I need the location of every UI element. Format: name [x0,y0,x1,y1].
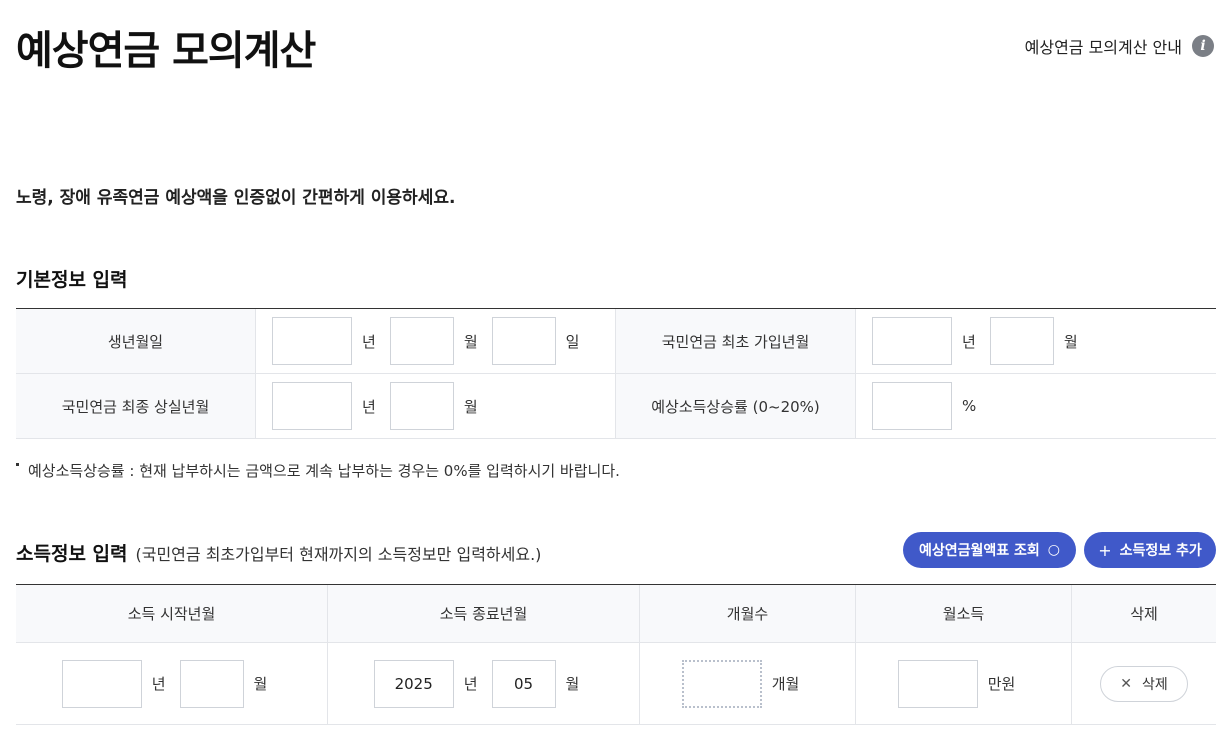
monthly-income-input[interactable] [897,659,978,708]
income-title: 소득정보 입력 [16,543,128,565]
end-year-input[interactable] [373,659,454,708]
unit-day: 일 [565,332,580,351]
growth-rate-label: 예상소득상승률 (0~20%) [616,374,856,438]
close-icon: ✕ [1120,675,1132,692]
col-start: 소득 시작년월 [16,585,328,642]
col-monthly-income: 월소득 [856,585,1072,642]
guide-link[interactable]: 예상연금 모의계산 안내 i [1025,34,1214,58]
months-cell: 개월 [640,643,856,724]
growth-rate-inputs: % [856,374,1216,438]
start-year-input[interactable] [61,659,142,708]
birth-inputs: 년 월 일 [256,309,616,373]
intro-text: 노령, 장애 유족연금 예상액을 인증없이 간편하게 이용하세요. [16,188,456,208]
unit-year: 년 [151,675,166,693]
note-text: 예상소득상승률 : 현재 납부하시는 금액으로 계속 납부하는 경우는 0%를 … [28,462,620,480]
unit-year: 년 [362,397,376,416]
basic-row-2: 국민연금 최종 상실년월 년 월 예상소득상승률 (0~20%) % [16,374,1216,439]
add-income-button[interactable]: + 소득정보 추가 [1084,532,1216,568]
plus-icon: + [1098,540,1112,560]
first-join-label: 국민연금 최초 가입년월 [616,309,856,373]
growth-rate-input[interactable] [872,382,952,430]
delete-cell: ✕ 삭제 [1072,643,1216,724]
delete-label: 삭제 [1141,676,1168,693]
last-loss-inputs: 년 월 [256,374,616,438]
unit-year: 년 [962,332,976,351]
info-icon[interactable]: i [1192,35,1214,57]
first-join-year-input[interactable] [872,317,952,365]
unit-month: 월 [565,675,580,693]
page-title: 예상연금 모의계산 [16,28,316,74]
birth-month-input[interactable] [389,317,454,365]
last-loss-year-input[interactable] [272,382,352,430]
add-button-label: 소득정보 추가 [1119,543,1202,559]
col-months: 개월수 [640,585,856,642]
income-section-title: 소득정보 입력 (국민연금 최초가입부터 현재까지의 소득정보만 입력하세요.) [16,539,541,566]
income-table-header: 소득 시작년월 소득 종료년월 개월수 월소득 삭제 [16,585,1216,643]
unit-month: 월 [253,675,268,693]
birth-year-input[interactable] [272,317,352,365]
unit-month: 월 [1063,332,1078,351]
table-row: 년 월 년 월 개월 만원 ✕ 삭제 [16,643,1216,725]
first-join-month-input[interactable] [989,317,1054,365]
basic-row-1: 생년월일 년 월 일 국민연금 최초 가입년월 년 월 [16,309,1216,374]
lookup-button-label: 예상연금월액표 조회 [918,543,1040,559]
last-loss-month-input[interactable] [389,382,454,430]
delete-row-button[interactable]: ✕ 삭제 [1100,665,1188,702]
pension-table-lookup-button[interactable]: 예상연금월액표 조회 ○ [903,532,1076,568]
unit-month: 월 [463,332,478,351]
unit-months: 개월 [771,675,800,693]
unit-month: 월 [463,397,478,416]
growth-rate-note: 예상소득상승률 : 현재 납부하시는 금액으로 계속 납부하는 경우는 0%를 … [16,460,620,481]
start-cell: 년 월 [16,643,328,724]
income-subtitle: (국민연금 최초가입부터 현재까지의 소득정보만 입력하세요.) [135,545,542,564]
income-cell: 만원 [856,643,1072,724]
start-month-input[interactable] [179,659,244,708]
unit-year: 년 [362,332,376,351]
search-icon: ○ [1047,542,1060,558]
end-cell: 년 월 [328,643,640,724]
first-join-inputs: 년 월 [856,309,1216,373]
birth-label: 생년월일 [16,309,256,373]
bullet-icon [16,463,19,466]
basic-info-table: 생년월일 년 월 일 국민연금 최초 가입년월 년 월 국민연금 최종 상실년월… [16,308,1216,439]
months-input[interactable] [681,659,762,708]
unit-money: 만원 [987,675,1016,693]
income-table: 소득 시작년월 소득 종료년월 개월수 월소득 삭제 년 월 년 월 개월 만원 [16,584,1216,725]
col-delete: 삭제 [1130,605,1158,623]
col-end: 소득 종료년월 [328,585,640,642]
basic-section-title: 기본정보 입력 [16,269,128,291]
unit-year: 년 [463,675,478,693]
unit-percent: % [962,397,977,415]
last-loss-label: 국민연금 최종 상실년월 [16,374,256,438]
birth-day-input[interactable] [491,317,556,365]
guide-link-label: 예상연금 모의계산 안내 [1024,38,1182,57]
end-month-input[interactable] [491,659,556,708]
